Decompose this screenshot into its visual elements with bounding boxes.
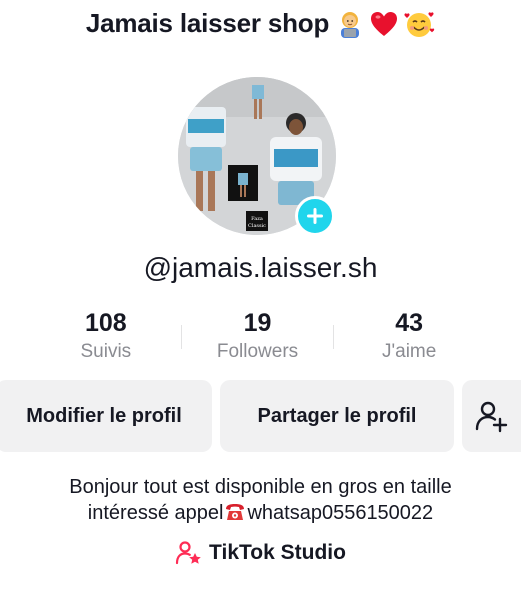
edit-profile-button[interactable]: Modifier le profil [0,380,212,452]
stat-followers[interactable]: 19 Followers [182,307,334,369]
avatar-container[interactable]: Faza Classic [178,77,336,236]
studio-user-star-icon [175,541,201,565]
plus-icon [307,208,323,224]
bio-line-2-suffix: whatsap0556150022 [247,502,434,524]
svg-text:Faza: Faza [251,216,263,222]
share-profile-button[interactable]: Partager le profil [220,380,454,452]
username: @jamais.laisser.sh [143,252,378,283]
bio-line-2: intéressé appel whatsap0556150022 [0,500,521,526]
likes-count: 43 [395,309,424,337]
profile-header: Jamais laisser shop [0,8,521,39]
likes-label: J'aime [382,341,437,362]
smiling-face-hearts-icon [404,11,435,37]
add-friend-button[interactable] [462,380,521,452]
followers-label: Followers [216,341,299,362]
telephone-icon [226,504,245,520]
bio-line-2-prefix: intéressé appel [87,502,224,524]
add-avatar-button[interactable] [295,196,335,236]
following-count: 108 [84,309,127,337]
tiktok-studio-link[interactable]: TikTok Studio [0,540,521,566]
bio-line-1: Bonjour tout est disponible en gros en t… [69,476,452,498]
profile-stats: 108 Suivis 19 Followers 43 J'aime [30,307,485,369]
red-heart-icon [371,11,398,36]
profile-bio: Bonjour tout est disponible en gros en t… [0,474,521,526]
followers-count: 19 [243,309,272,337]
tiktok-studio-label: TikTok Studio [209,541,346,564]
woman-emoji-icon [341,11,360,38]
stat-likes[interactable]: 43 J'aime [333,307,485,369]
svg-text:Classic: Classic [248,223,266,229]
stat-following[interactable]: 108 Suivis [30,307,182,369]
following-label: Suivis [80,341,132,362]
page-title: Jamais laisser shop [85,8,330,38]
add-user-icon [475,401,508,433]
